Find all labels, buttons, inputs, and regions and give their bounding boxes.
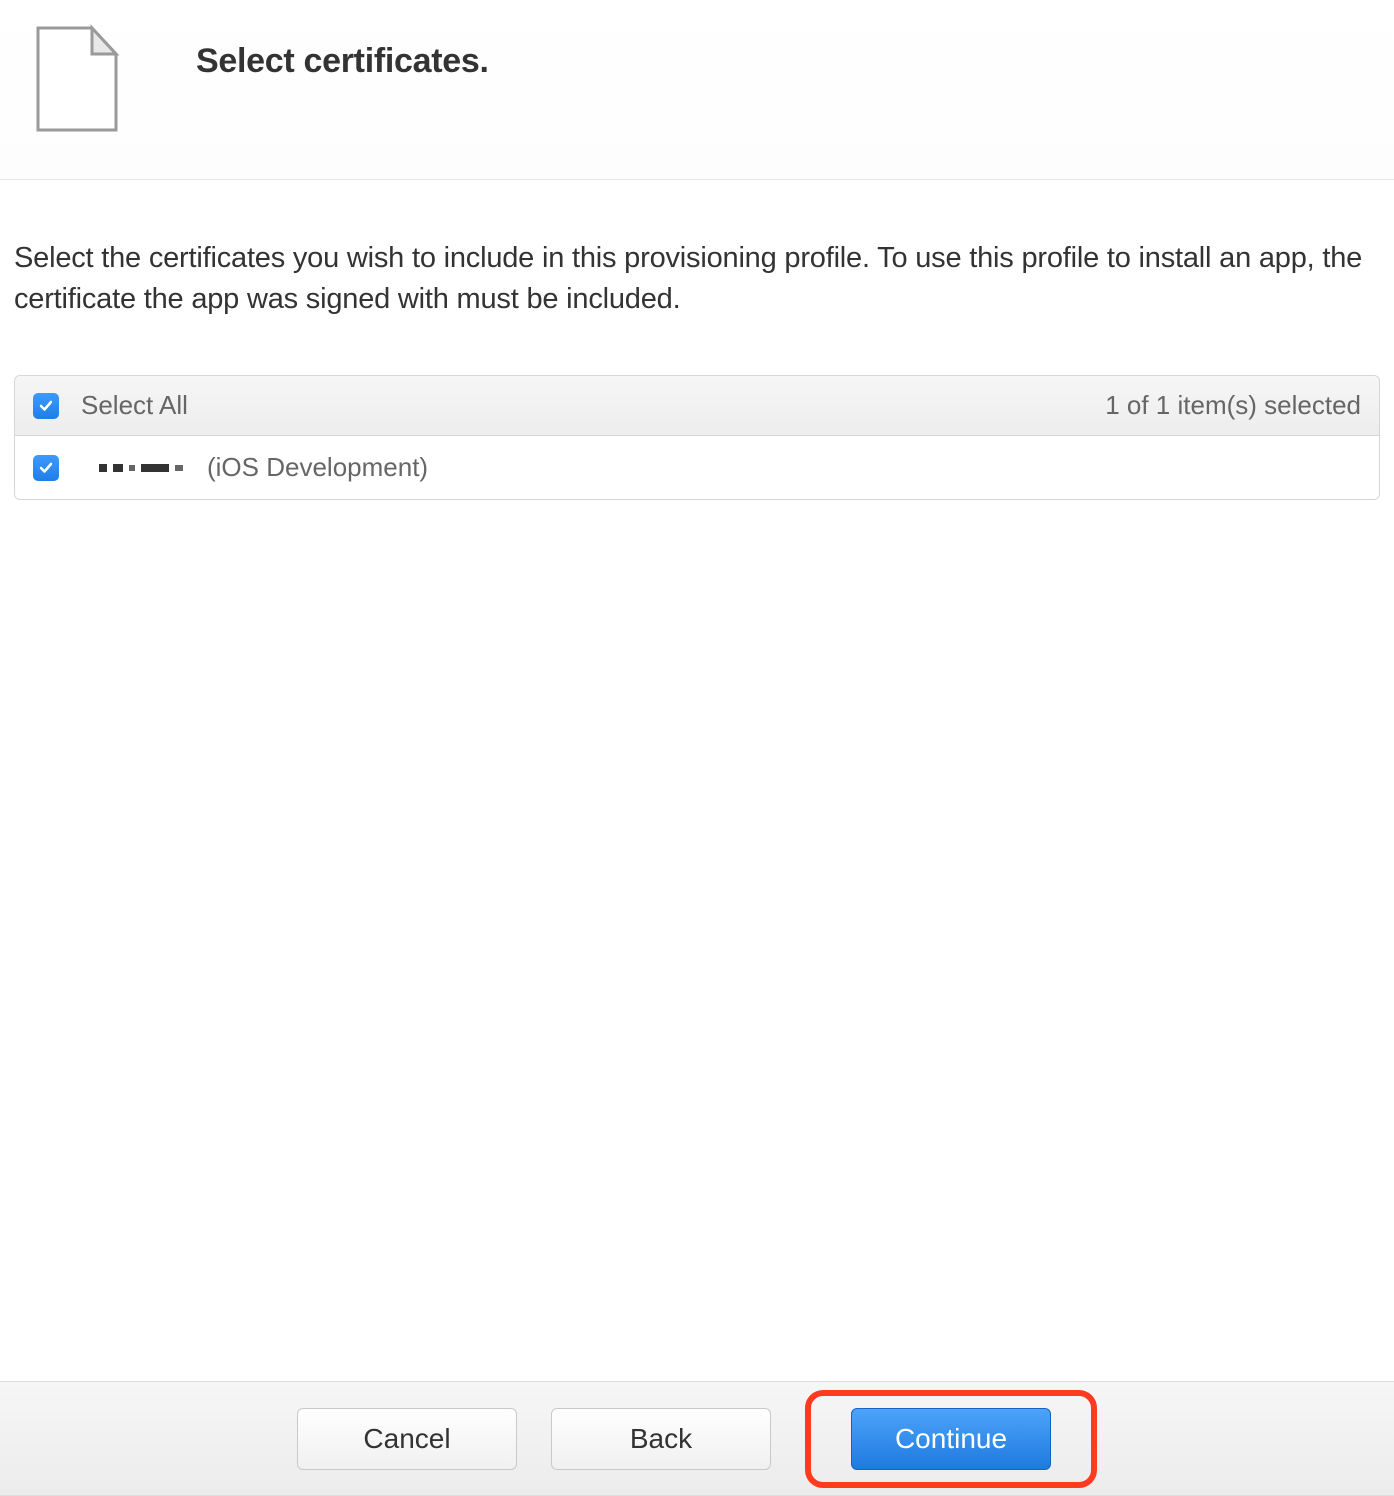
selection-count: 1 of 1 item(s) selected: [1105, 390, 1361, 421]
checkmark-icon: [38, 460, 54, 476]
certificate-type-label: (iOS Development): [207, 452, 428, 483]
footer-toolbar: Cancel Back Continue: [0, 1381, 1394, 1496]
back-button[interactable]: Back: [551, 1408, 771, 1470]
document-icon: [34, 24, 120, 139]
continue-button[interactable]: Continue: [851, 1408, 1051, 1470]
instructions-text: Select the certificates you wish to incl…: [14, 238, 1380, 319]
page-title: Select certificates.: [196, 42, 489, 81]
select-all-label: Select All: [81, 390, 188, 421]
certificate-checkbox[interactable]: [33, 455, 59, 481]
certificate-name: (iOS Development): [99, 452, 428, 483]
table-row: (iOS Development): [15, 436, 1379, 499]
certificates-table: Select All 1 of 1 item(s) selected (iOS …: [14, 375, 1380, 500]
redacted-name: [99, 464, 183, 472]
page-header: Select certificates.: [0, 0, 1394, 180]
select-all-checkbox[interactable]: [33, 393, 59, 419]
checkmark-icon: [38, 398, 54, 414]
cancel-button[interactable]: Cancel: [297, 1408, 517, 1470]
table-header-row: Select All 1 of 1 item(s) selected: [15, 376, 1379, 436]
content-area: Select the certificates you wish to incl…: [0, 180, 1394, 500]
continue-highlight: Continue: [805, 1390, 1097, 1488]
